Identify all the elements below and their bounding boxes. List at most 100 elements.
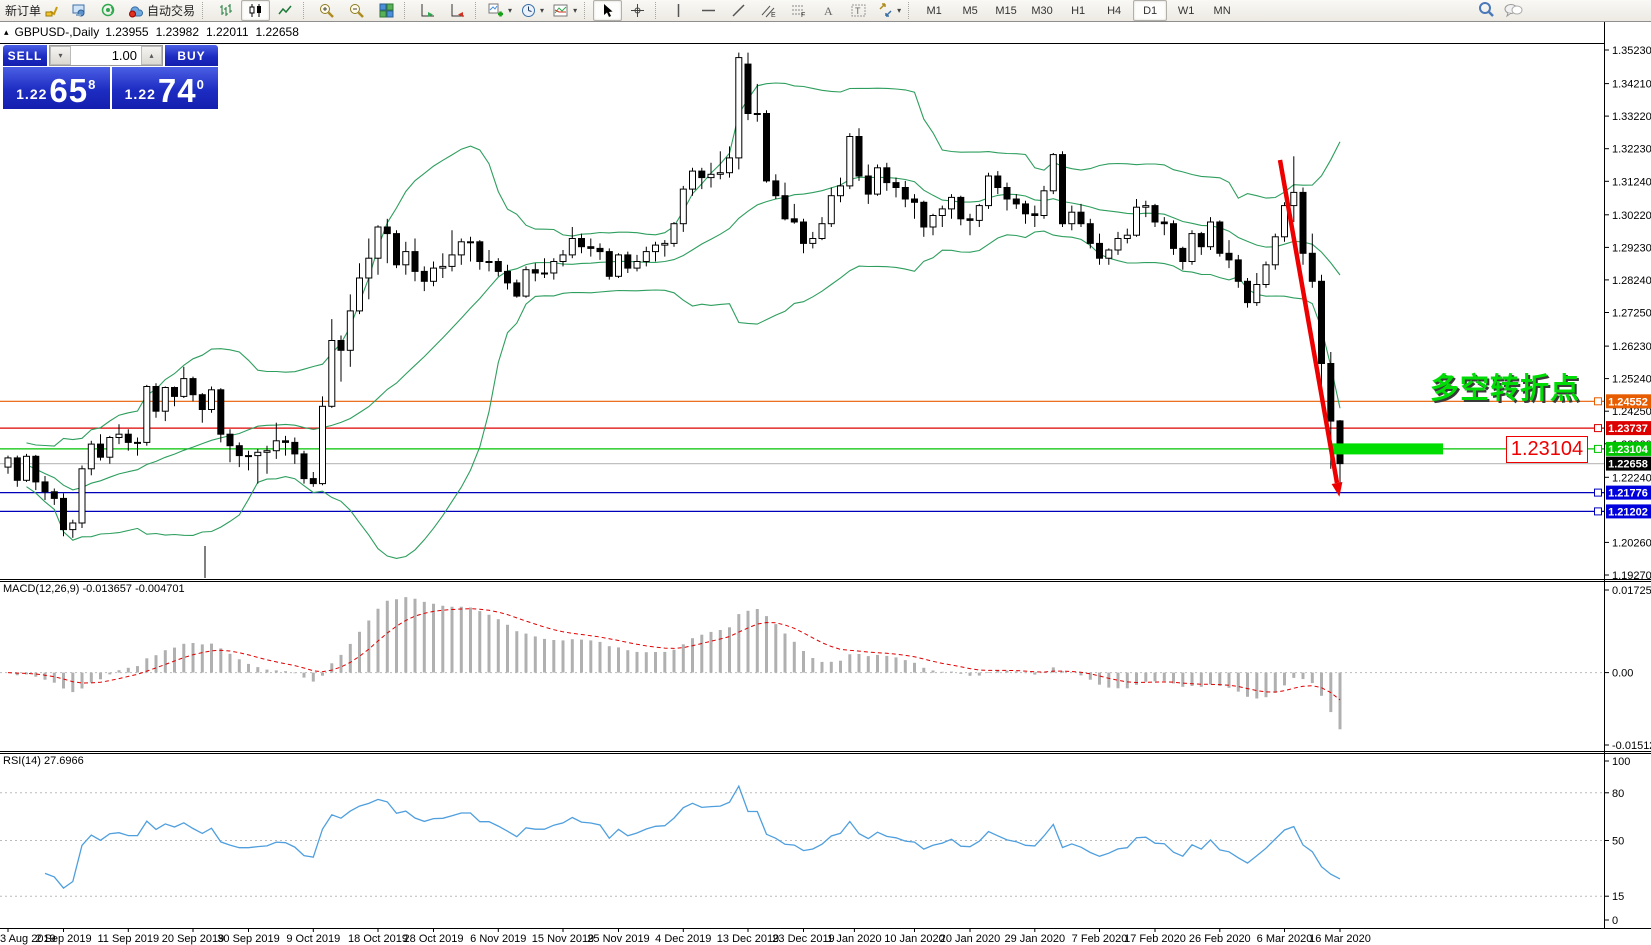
candle	[782, 196, 788, 219]
candle	[273, 441, 279, 451]
vps-button[interactable]	[64, 0, 93, 21]
candle	[51, 492, 57, 499]
candle	[1013, 199, 1019, 204]
candlestick-chart-button[interactable]	[241, 0, 270, 21]
timeframe-button-m5[interactable]: M5	[953, 0, 987, 21]
candle	[5, 458, 11, 467]
candle	[283, 441, 289, 443]
volume-increase-button[interactable]: ▴	[141, 46, 162, 65]
highlight-rectangle-object[interactable]	[1330, 443, 1443, 454]
candle	[579, 239, 585, 247]
candle	[542, 273, 548, 274]
toolbar-right-group	[1478, 1, 1523, 18]
templates-button[interactable]: ▾	[549, 0, 581, 21]
chat-icon[interactable]	[1503, 2, 1523, 18]
signals-button[interactable]	[94, 0, 123, 21]
timeframe-button-h1[interactable]: H1	[1061, 0, 1095, 21]
candle	[246, 456, 252, 457]
price-annotation-box[interactable]: 1.23104	[1506, 436, 1588, 463]
autotrading-button[interactable]: 自动交易	[124, 0, 199, 21]
price-axis-label: 1.25240	[1612, 374, 1651, 386]
chart-canvas[interactable]: 1.352301.342101.332201.322301.312401.302…	[0, 0, 1651, 945]
candle	[24, 456, 30, 480]
timeframe-button-d1[interactable]: D1	[1133, 0, 1167, 21]
arrows-button[interactable]: ▾	[874, 0, 905, 21]
timeframe-button-h4[interactable]: H4	[1097, 0, 1131, 21]
candle	[412, 252, 418, 272]
timeframe-button-w1[interactable]: W1	[1169, 0, 1203, 21]
cursor-icon	[601, 3, 614, 18]
price-tag: 1.23104	[1608, 444, 1649, 456]
candle	[135, 442, 141, 443]
horizontal-line-button[interactable]	[694, 0, 723, 21]
zoom-out-button[interactable]	[342, 0, 371, 21]
zoom-in-icon	[319, 3, 335, 18]
search-icon[interactable]	[1478, 1, 1495, 18]
line-chart-icon	[278, 3, 293, 18]
trend-line-button[interactable]	[724, 0, 753, 21]
candle	[1115, 239, 1121, 251]
autotrading-icon	[128, 3, 144, 18]
candle	[588, 247, 594, 249]
new-order-button[interactable]: 新订单	[1, 0, 63, 21]
fibonacci-icon: F	[791, 3, 807, 18]
new-order-icon	[44, 3, 59, 18]
date-label: 11 Sep 2019	[98, 933, 160, 945]
new-chart-button[interactable]: ▾	[484, 0, 516, 21]
candle	[616, 255, 622, 276]
crosshair-button[interactable]	[623, 0, 652, 21]
candle	[1060, 155, 1066, 224]
chart-shift-button[interactable]	[443, 0, 472, 21]
chart-header: ▴ GBPUSD-,Daily 1.23955 1.23982 1.22011 …	[4, 25, 299, 39]
dropdown-arrow-icon: ▾	[897, 6, 901, 15]
text-label-button[interactable]: T	[844, 0, 873, 21]
equidistant-channel-button[interactable]: E	[754, 0, 783, 21]
sell-price-sup: 8	[88, 77, 96, 92]
volume-decrease-button[interactable]: ▾	[50, 46, 71, 65]
chart-symbol-period: GBPUSD-,Daily	[15, 25, 100, 39]
candle	[1152, 206, 1158, 222]
auto-scroll-button[interactable]	[413, 0, 442, 21]
text-button[interactable]: A	[814, 0, 843, 21]
auto-scroll-icon	[420, 3, 435, 18]
horizontal-line-objects[interactable]	[0, 401, 1604, 511]
tile-windows-button[interactable]	[372, 0, 401, 21]
volume-input[interactable]	[71, 46, 141, 65]
candle	[255, 452, 261, 455]
sell-button[interactable]: SELL	[3, 45, 47, 66]
bar-chart-button[interactable]	[211, 0, 240, 21]
timeframe-button-mn[interactable]: MN	[1205, 0, 1239, 21]
date-axis: 3 Aug 20192 Sep 201911 Sep 201920 Sep 20…	[0, 928, 1371, 945]
periods-button[interactable]: ▾	[517, 0, 548, 21]
date-label: 7 Feb 2020	[1072, 933, 1128, 945]
mt4-terminal-window: { "toolbar": { "new_order_label": "新订单",…	[0, 0, 1651, 945]
candle	[153, 387, 159, 412]
fibonacci-button[interactable]: F	[784, 0, 813, 21]
candle	[181, 379, 187, 397]
price-axis-label: 1.26230	[1612, 341, 1651, 353]
line-chart-button[interactable]	[271, 0, 300, 21]
candle	[384, 227, 390, 234]
candle	[70, 523, 76, 530]
date-label: 30 Sep 2019	[217, 933, 279, 945]
zoom-in-button[interactable]	[312, 0, 341, 21]
candle	[653, 245, 659, 252]
candle	[301, 454, 307, 479]
price-axis-label: 1.20260	[1612, 537, 1651, 549]
price-axis-label: 1.35230	[1612, 45, 1651, 57]
vertical-line-button[interactable]	[664, 0, 693, 21]
bollinger-bands	[27, 83, 1341, 558]
timeframe-button-m1[interactable]: M1	[917, 0, 951, 21]
sell-price-panel[interactable]: 1.22 65 8	[3, 67, 110, 109]
timeframe-button-m15[interactable]: M15	[989, 0, 1023, 21]
candle	[847, 137, 853, 186]
turning-point-annotation[interactable]: 多空转折点	[1430, 365, 1580, 407]
timeframe-button-m30[interactable]: M30	[1025, 0, 1059, 21]
candle	[930, 216, 936, 228]
cursor-button[interactable]	[593, 0, 622, 21]
buy-price-panel[interactable]: 1.22 74 0	[112, 67, 219, 109]
buy-button[interactable]: BUY	[165, 45, 218, 66]
toolbar-separator	[584, 2, 590, 19]
chart-expand-icon[interactable]: ▴	[4, 27, 9, 38]
candle	[1050, 155, 1056, 191]
